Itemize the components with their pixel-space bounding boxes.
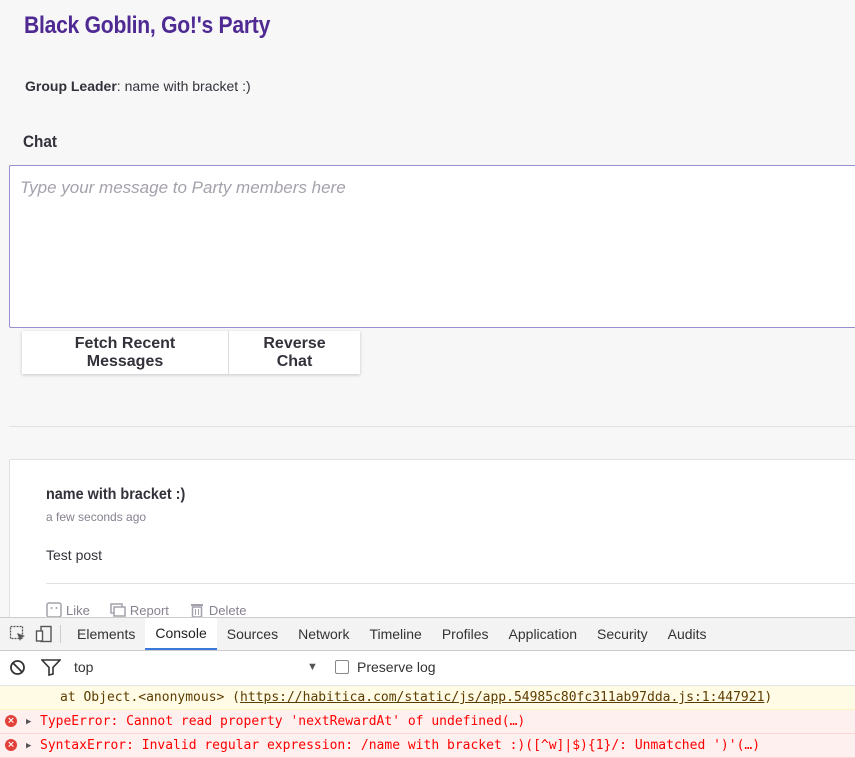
divider [9, 426, 855, 427]
delete-button[interactable]: Delete [189, 602, 247, 618]
party-page: Black Goblin, Go!'s Party Group Leader: … [0, 0, 855, 617]
like-label: Like [66, 602, 90, 618]
tab-timeline[interactable]: Timeline [359, 618, 431, 650]
tab-security[interactable]: Security [587, 618, 658, 650]
log-suffix: ) [764, 690, 773, 705]
expand-triangle-icon[interactable]: ▶ [26, 741, 31, 751]
devtools-tabbar: Elements Console Sources Network Timelin… [0, 618, 855, 651]
delete-label: Delete [208, 602, 247, 618]
message-timestamp: a few seconds ago [46, 510, 147, 524]
report-button[interactable]: Report [110, 602, 169, 617]
message-actions: Like Report Delete [46, 602, 246, 617]
tab-console[interactable]: Console [145, 618, 217, 650]
clear-console-icon[interactable] [9, 659, 26, 679]
page-title: Black Goblin, Go!'s Party [24, 12, 271, 39]
chat-button-group: Fetch Recent Messages Reverse Chat [22, 331, 360, 374]
tab-sources[interactable]: Sources [217, 618, 288, 650]
group-leader-label: Group Leader [25, 78, 117, 94]
context-select[interactable]: top [74, 659, 93, 675]
error-message[interactable]: SyntaxError: Invalid regular expression:… [40, 738, 760, 753]
inspect-element-icon[interactable] [8, 618, 28, 650]
report-label: Report [129, 602, 169, 618]
devtools-panel: Elements Console Sources Network Timelin… [0, 617, 855, 758]
trash-icon [190, 604, 203, 617]
toolbar-divider [60, 625, 61, 643]
message-author[interactable]: name with bracket :) [46, 486, 185, 504]
log-row: × ▶ TypeError: Cannot read property 'nex… [0, 710, 855, 734]
like-button[interactable]: Like [46, 602, 90, 617]
error-message[interactable]: TypeError: Cannot read property 'nextRew… [40, 714, 525, 729]
tab-application[interactable]: Application [499, 618, 588, 650]
log-prefix: at Object.<anonymous> ( [60, 690, 241, 705]
tab-network[interactable]: Network [288, 618, 359, 650]
device-toolbar-icon[interactable] [34, 618, 54, 650]
tab-audits[interactable]: Audits [658, 618, 717, 650]
error-icon: × [5, 739, 17, 751]
log-row: at Object.<anonymous> (https://habitica.… [0, 686, 855, 710]
fetch-recent-messages-button[interactable]: Fetch Recent Messages [22, 331, 229, 374]
like-icon [46, 602, 62, 617]
chat-message-card: name with bracket :) a few seconds ago T… [9, 459, 855, 617]
tab-profiles[interactable]: Profiles [432, 618, 499, 650]
report-icon [110, 603, 126, 617]
console-log: at Object.<anonymous> (https://habitica.… [0, 686, 855, 758]
reverse-chat-button[interactable]: Reverse Chat [229, 331, 360, 374]
preserve-log-checkbox[interactable] [335, 660, 349, 674]
message-separator [46, 583, 855, 584]
expand-triangle-icon[interactable]: ▶ [26, 717, 31, 727]
log-row: × ▶ SyntaxError: Invalid regular express… [0, 734, 855, 758]
preserve-log-option[interactable]: Preserve log [335, 659, 436, 675]
context-dropdown-icon[interactable]: ▼ [307, 661, 318, 673]
message-text: Test post [46, 547, 103, 563]
chat-heading: Chat [23, 132, 58, 151]
source-link[interactable]: https://habitica.com/static/js/app.54985… [240, 690, 764, 705]
group-leader-name: : name with bracket :) [116, 78, 251, 94]
filter-icon[interactable] [40, 659, 62, 679]
chat-message-input[interactable] [9, 165, 855, 328]
group-leader: Group Leader: name with bracket :) [25, 78, 251, 94]
tab-elements[interactable]: Elements [67, 618, 145, 650]
error-icon: × [5, 715, 17, 727]
console-toolbar: top ▼ Preserve log [0, 651, 855, 686]
preserve-log-label: Preserve log [357, 659, 436, 675]
